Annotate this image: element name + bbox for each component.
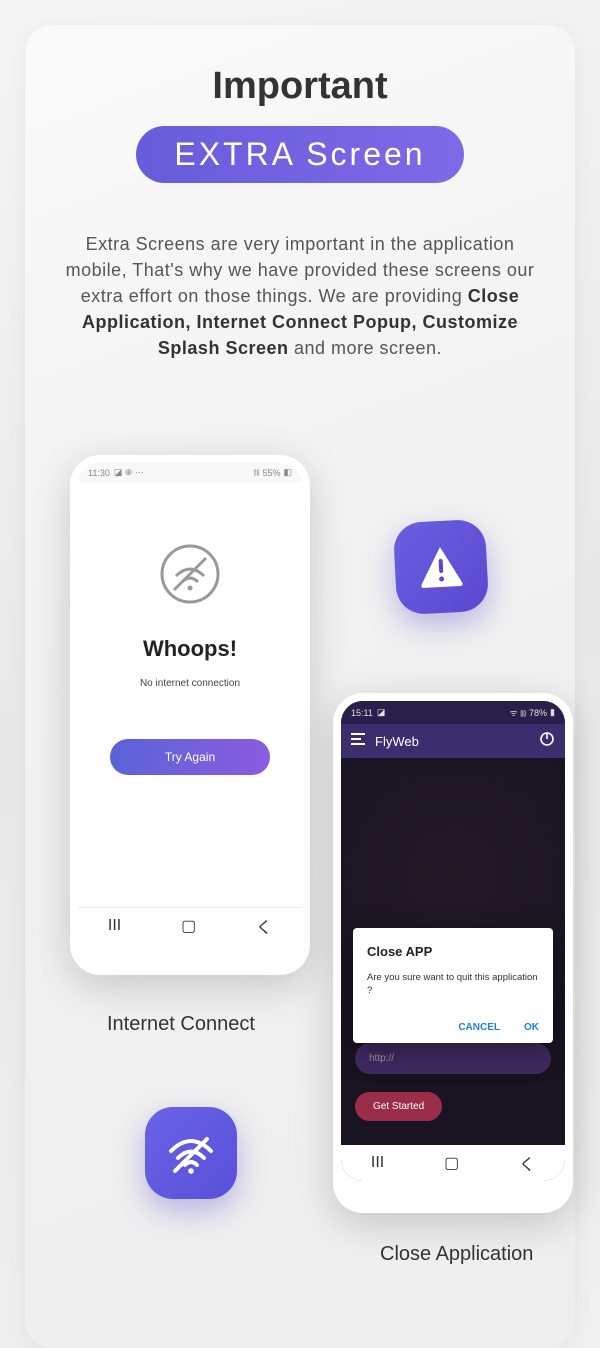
promo-card: Important EXTRA Screen Extra Screens are…	[25, 25, 575, 1348]
battery-icon: ◧	[283, 467, 292, 478]
android-nav-bar: III ▢ く	[78, 907, 302, 943]
description: Extra Screens are very important in the …	[55, 231, 545, 361]
android-nav-bar: III ▢ く	[341, 1145, 565, 1181]
power-icon[interactable]	[539, 731, 555, 752]
status-indicator-icon: ◪	[377, 707, 386, 718]
no-wifi-squircle-icon	[145, 1107, 237, 1199]
page-title: Important	[55, 65, 545, 108]
app-body: F Convert your Web Site to App http:// G…	[341, 758, 565, 1145]
no-internet-text: No internet connection	[140, 678, 240, 689]
signal-icon: ⫾⫾	[254, 467, 260, 478]
no-wifi-icon	[158, 542, 222, 606]
status-bar: 11:30 ◪ ⊕ ⋯ ⫾⫾ 55% ◧	[78, 463, 302, 482]
home-icon[interactable]: ▢	[444, 1153, 459, 1173]
url-input[interactable]: http://	[355, 1043, 551, 1074]
phone-internet-connect: 11:30 ◪ ⊕ ⋯ ⫾⫾ 55% ◧	[70, 455, 310, 975]
dialog-message: Are you sure want to quit this applicati…	[367, 971, 539, 998]
desc-suffix: and more screen.	[288, 338, 442, 358]
extra-screen-badge: EXTRA Screen	[136, 126, 463, 183]
wifi-signal-icon: ᯤ ⫾⫾	[510, 706, 526, 719]
try-again-button[interactable]: Try Again	[110, 739, 270, 775]
status-time: 15:11	[351, 708, 373, 718]
get-started-button[interactable]: Get Started	[355, 1092, 442, 1121]
desc-prefix: Extra Screens are very important in the …	[66, 234, 535, 306]
app-title: FlyWeb	[375, 734, 419, 749]
cancel-button[interactable]: CANCEL	[458, 1022, 500, 1033]
close-app-dialog: Close APP Are you sure want to quit this…	[353, 928, 553, 1043]
battery-icon: ▮	[550, 707, 555, 718]
ok-button[interactable]: OK	[524, 1022, 539, 1033]
status-time: 11:30	[88, 468, 110, 478]
recents-icon[interactable]: III	[108, 917, 121, 935]
phone-close-app: 15:11 ◪ ᯤ ⫾⫾ 78% ▮ FlyWeb	[333, 693, 573, 1213]
status-bar: 15:11 ◪ ᯤ ⫾⫾ 78% ▮	[341, 701, 565, 724]
dialog-title: Close APP	[367, 944, 539, 959]
warning-squircle-icon	[393, 519, 490, 616]
menu-icon[interactable]	[351, 732, 367, 750]
back-icon[interactable]: く	[256, 914, 272, 938]
home-icon[interactable]: ▢	[181, 916, 196, 936]
back-icon[interactable]: く	[519, 1151, 535, 1175]
phone2-label: Close Application	[380, 1243, 533, 1266]
recents-icon[interactable]: III	[371, 1154, 384, 1172]
status-indicators-icon: ◪ ⊕ ⋯	[114, 467, 144, 478]
whoops-heading: Whoops!	[143, 636, 237, 662]
status-battery: 55%	[262, 468, 280, 478]
app-bar: FlyWeb	[341, 724, 565, 758]
phone1-label: Internet Connect	[107, 1013, 255, 1036]
status-battery: 78%	[529, 708, 547, 718]
